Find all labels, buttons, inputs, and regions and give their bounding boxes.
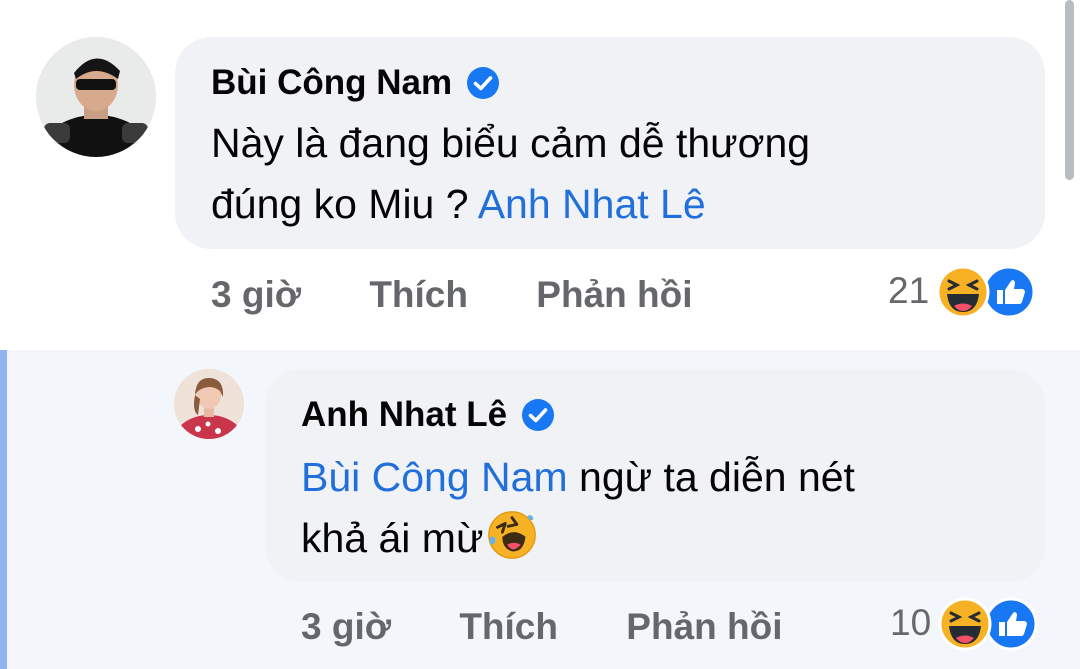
- comment-author[interactable]: Bùi Công Nam: [211, 63, 500, 103]
- comment-actions: 3 giờ Thích Phản hồi: [211, 274, 693, 316]
- comment-text-line: Bùi Công Nam ngừ ta diễn nét: [301, 447, 855, 508]
- rolling-laughing-icon: [488, 511, 537, 559]
- reaction-summary[interactable]: 21: [888, 264, 1043, 319]
- comment-author[interactable]: Anh Nhat Lê: [301, 395, 555, 435]
- comment-text-part: khả ái mừ: [301, 515, 484, 561]
- haha-icon: [936, 265, 990, 319]
- comment-text-line: Này là đang biểu cảm dễ thương: [211, 120, 811, 166]
- author-name[interactable]: Anh Nhat Lê: [301, 395, 507, 435]
- avatar-anh-nhat-le[interactable]: [174, 369, 244, 439]
- reply-button[interactable]: Phản hồi: [536, 274, 692, 315]
- comment-time[interactable]: 3 giờ: [301, 606, 391, 647]
- verified-badge-icon: [522, 399, 555, 431]
- scrollbar[interactable]: [1065, 0, 1074, 180]
- reply-button[interactable]: Phản hồi: [626, 606, 782, 647]
- comment-text: Này là đang biểu cảm dễ thương đúng ko M…: [211, 113, 810, 235]
- comment-text-part: đúng ko Miu ?: [211, 181, 478, 227]
- reaction-summary[interactable]: 10: [890, 596, 1045, 651]
- comment-text-line: khả ái mừ: [301, 508, 855, 569]
- reply-actions: 3 giờ Thích Phản hồi: [301, 606, 783, 648]
- like-button[interactable]: Thích: [369, 274, 468, 315]
- like-button[interactable]: Thích: [459, 606, 558, 647]
- comment-time[interactable]: 3 giờ: [211, 274, 301, 315]
- comment-bubble: Bùi Công Nam Này là đang biểu cảm dễ thư…: [175, 37, 1045, 249]
- author-name[interactable]: Bùi Công Nam: [211, 63, 452, 103]
- haha-icon: [938, 597, 992, 651]
- verified-badge-icon: [467, 67, 500, 99]
- reply-bubble: Anh Nhat Lê Bùi Công Nam ngừ ta diễn nét…: [265, 369, 1045, 582]
- reaction-count: 21: [888, 270, 930, 311]
- reply-thread-rail: [0, 350, 7, 669]
- mention-link[interactable]: Bùi Công Nam: [301, 454, 568, 500]
- comment-text-part: ngừ ta diễn nét: [567, 454, 855, 500]
- avatar-bui-cong-nam[interactable]: [36, 37, 156, 157]
- mention-link[interactable]: Anh Nhat Lê: [478, 181, 706, 227]
- comment-text-line: đúng ko Miu ? Anh Nhat Lê: [211, 174, 810, 235]
- comment-text: Bùi Công Nam ngừ ta diễn nét khả ái mừ: [301, 447, 855, 569]
- reaction-count: 10: [890, 602, 932, 643]
